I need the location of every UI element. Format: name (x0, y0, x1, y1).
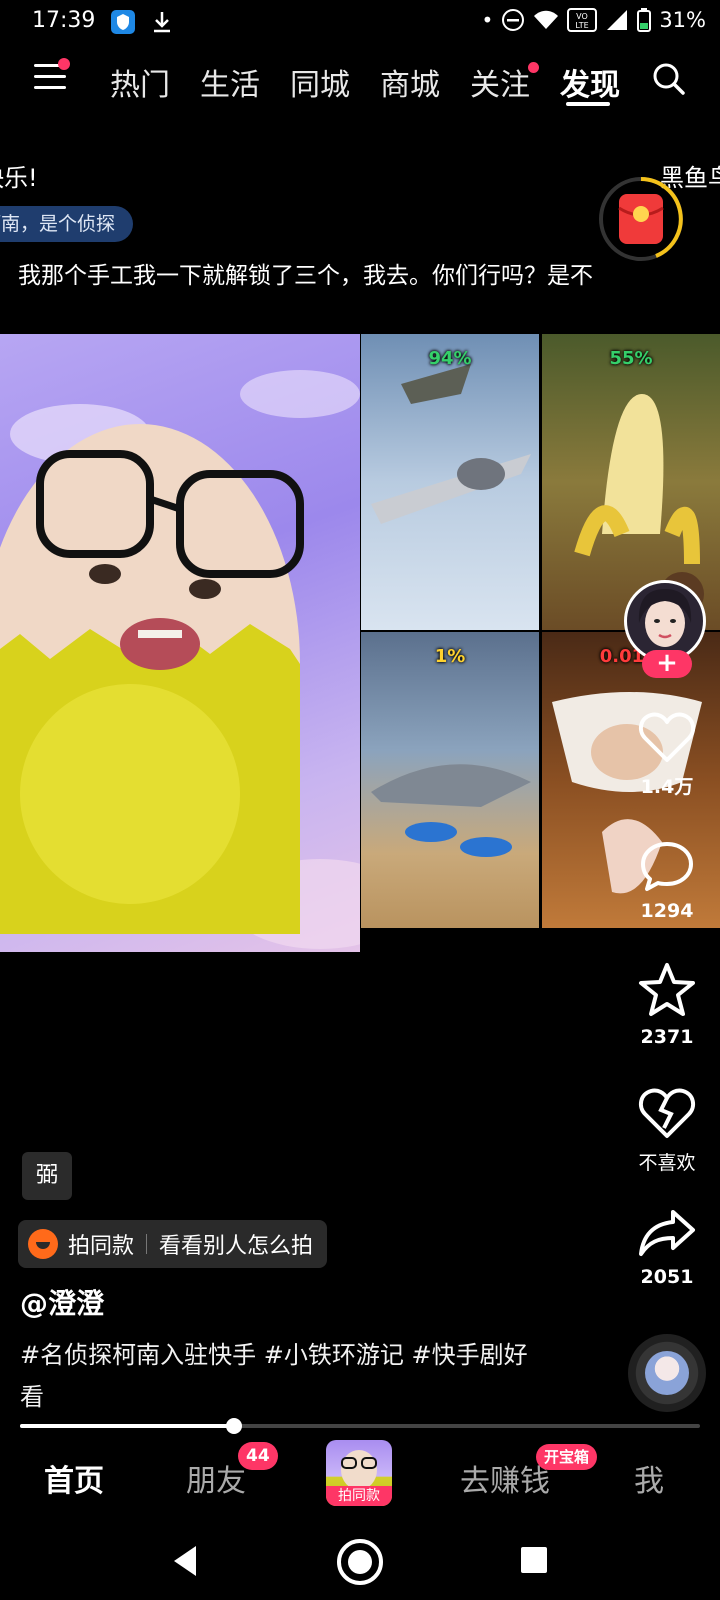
broken-heart-icon (638, 1088, 696, 1138)
progress-handle[interactable] (226, 1418, 243, 1434)
volte-icon: VOLTE (567, 8, 598, 32)
dislike-button[interactable]: 不喜欢 (624, 1086, 710, 1175)
dot-icon: • (481, 8, 494, 32)
tab-life[interactable]: 生活 (200, 60, 260, 104)
red-packet-icon[interactable] (596, 174, 686, 264)
status-time: 17:39 (32, 8, 96, 33)
tab-mall[interactable]: 商城 (380, 60, 440, 104)
star-icon (639, 963, 695, 1016)
follow-button[interactable]: + (642, 650, 692, 678)
system-nav-bar (0, 1530, 720, 1600)
comment-count: 1294 (640, 900, 694, 922)
tab-hot[interactable]: 热门 (110, 60, 170, 104)
grid-percent: 94% (428, 348, 472, 369)
like-button[interactable]: 1.4万 (624, 710, 710, 799)
see-others-link[interactable]: 看看别人怎么拍 (159, 1228, 313, 1260)
svg-text:LTE: LTE (576, 21, 589, 30)
favorite-button[interactable]: 2371 (624, 962, 710, 1048)
shoot-same-center-button[interactable]: 拍同款 (326, 1440, 392, 1506)
music-cover (645, 1351, 689, 1395)
do-not-disturb-icon (502, 9, 525, 31)
tab-following[interactable]: 关注 (470, 60, 530, 104)
comment-button[interactable]: 1294 (624, 840, 710, 922)
wifi-icon (534, 10, 559, 29)
tab-local[interactable]: 同城 (290, 60, 350, 104)
signal-icon (607, 10, 628, 30)
author-name[interactable]: @澄澄 (20, 1282, 104, 1322)
shield-app-icon (110, 9, 136, 39)
nav-me[interactable]: 我 (634, 1456, 664, 1500)
nav-friends[interactable]: 朋友 (186, 1456, 246, 1500)
danmu-comment: 快乐! (0, 164, 38, 192)
egg-face-video (0, 334, 360, 952)
back-icon[interactable] (170, 1544, 200, 1578)
grid-percent: 1% (434, 646, 466, 667)
music-disc[interactable] (628, 1334, 706, 1412)
video-progress-bar[interactable] (20, 1418, 700, 1434)
divider (146, 1234, 148, 1254)
top-nav: 热门 生活 同城 商城 关注 发现 (0, 50, 720, 110)
dislike-label: 不喜欢 (638, 1152, 696, 1174)
video-caption[interactable]: #名侦探柯南入驻快手 #小铁环游记 #快手剧好看 (20, 1334, 540, 1418)
shoot-same-icon (28, 1229, 58, 1259)
share-arrow-icon (639, 1210, 695, 1256)
menu-notification-dot (58, 58, 70, 70)
nav-home[interactable]: 首页 (44, 1456, 104, 1500)
video-subtitle: 我那个手工我一下就解锁了三个，我去。你们行吗？是不 (18, 263, 593, 289)
download-icon (150, 9, 174, 39)
share-count: 2051 (640, 1266, 694, 1288)
grid-cell-banana: 55% (542, 334, 720, 630)
grid-cell-shark: 1% (361, 632, 539, 928)
friends-badge: 44 (238, 1442, 278, 1470)
share-button[interactable]: 2051 (624, 1208, 710, 1288)
status-bar: 17:39 • VO LTE 31% (0, 0, 720, 44)
heart-icon (638, 712, 696, 762)
svg-text:VO: VO (576, 12, 588, 21)
following-notification-dot (528, 62, 539, 73)
video-player[interactable]: 94% 55% 1% 0.01% (0, 334, 720, 952)
comment-icon (641, 842, 693, 891)
recents-icon[interactable] (520, 1546, 548, 1574)
search-icon[interactable] (652, 62, 686, 96)
shoot-same-label: 拍同款 (68, 1234, 135, 1259)
tag-chip[interactable]: 弼 (22, 1152, 72, 1200)
battery-percent: 31% (659, 8, 706, 32)
grid-cell-plane: 94% (361, 334, 539, 630)
danmu-highlight-text: 柯南，是个侦探 (0, 213, 116, 235)
shoot-same-bar[interactable]: 拍同款 看看别人怎么拍 (18, 1220, 328, 1268)
active-tab-indicator (566, 102, 610, 106)
favorite-count: 2371 (640, 1026, 694, 1048)
status-icons: • VO LTE 31% (482, 8, 706, 32)
home-icon[interactable] (336, 1538, 384, 1586)
danmu-highlight: 柯南，是个侦探 (0, 206, 134, 242)
battery-icon (637, 8, 652, 32)
grid-percent: 55% (609, 348, 653, 369)
progress-fill (20, 1424, 235, 1428)
like-count: 1.4万 (640, 776, 694, 798)
earn-badge: 开宝箱 (536, 1444, 598, 1470)
tab-discover[interactable]: 发现 (560, 60, 620, 104)
center-button-label: 拍同款 (326, 1486, 392, 1506)
